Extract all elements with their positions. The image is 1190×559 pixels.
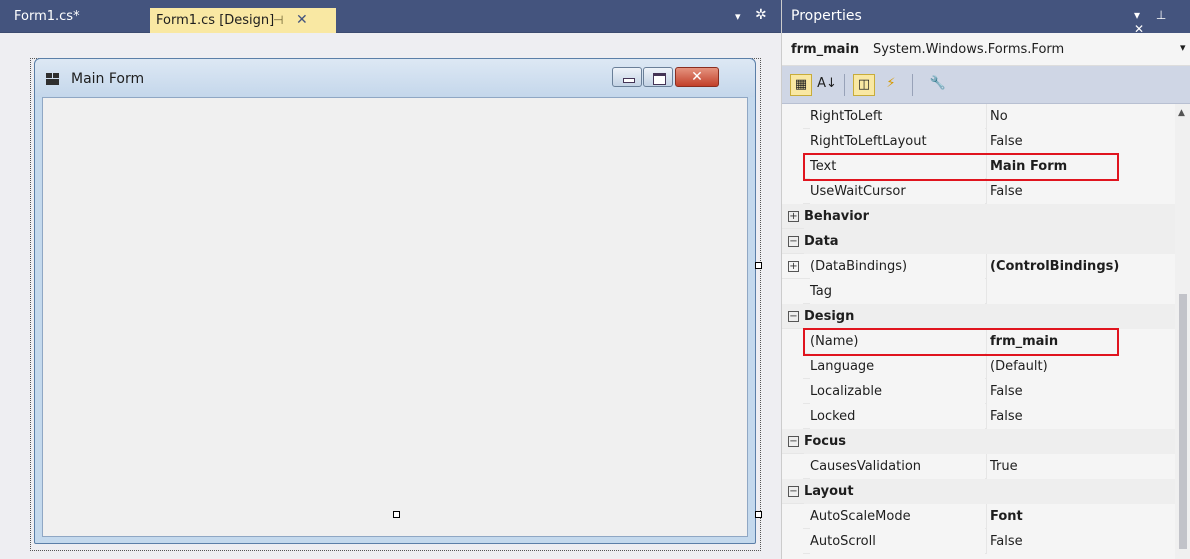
property-row[interactable]: CausesValidation True — [782, 454, 1175, 479]
property-row[interactable]: Tag — [782, 279, 1175, 304]
property-row[interactable]: Localizable False — [782, 379, 1175, 404]
events-icon[interactable]: ⚡ — [880, 74, 902, 96]
property-row[interactable]: + (DataBindings) (ControlBindings) — [782, 254, 1175, 279]
highlight-text-row — [803, 153, 1119, 181]
property-row[interactable]: AutoScroll False — [782, 529, 1175, 554]
property-row[interactable]: RightToLeftLayout False — [782, 129, 1175, 154]
category-name: Data — [804, 229, 1175, 254]
property-value[interactable]: False — [986, 129, 1175, 154]
property-name: Tag — [810, 279, 985, 304]
property-name: (DataBindings) — [810, 254, 985, 279]
close-icon: ✕ — [691, 69, 703, 85]
property-value[interactable]: No — [986, 104, 1175, 129]
property-grid: RightToLeft No RightToLeftLayout False T… — [782, 104, 1175, 559]
form-preview[interactable]: Main Form ✕ — [34, 58, 756, 544]
property-value[interactable]: False — [986, 379, 1175, 404]
properties-toolbar: ▦ A↓ ◫ ⚡ 🔧 — [782, 66, 1190, 104]
pin-icon[interactable]: ⊣ — [273, 8, 283, 33]
close-icon[interactable]: ✕ — [296, 8, 308, 33]
form-title: Main Form — [71, 71, 145, 87]
property-row[interactable]: Language (Default) — [782, 354, 1175, 379]
expand-icon[interactable]: + — [788, 261, 799, 272]
property-name: Language — [810, 354, 985, 379]
tab-label: Form1.cs* — [14, 9, 80, 24]
category-row[interactable]: − Design — [782, 304, 1175, 329]
property-name: RightToLeftLayout — [810, 129, 985, 154]
object-type: System.Windows.Forms.Form — [873, 42, 1065, 57]
form-icon — [46, 73, 60, 85]
property-name: UseWaitCursor — [810, 179, 985, 204]
document-tab-strip: Form1.cs* Form1.cs [Design] ⊣ ✕ ▾ ✲ — [0, 0, 781, 33]
categorized-icon[interactable]: ▦ — [790, 74, 812, 96]
form-title-bar[interactable]: Main Form ✕ — [35, 59, 755, 97]
tab-form1-cs[interactable]: Form1.cs* — [6, 6, 143, 31]
form-client-area[interactable] — [42, 97, 748, 537]
property-value[interactable]: True — [986, 454, 1175, 479]
resize-handle-bottom[interactable] — [393, 511, 400, 518]
toolbar-divider — [844, 74, 845, 96]
collapse-icon[interactable]: − — [788, 236, 799, 247]
alphabetical-icon[interactable]: A↓ — [816, 74, 838, 96]
property-value[interactable] — [986, 279, 1175, 304]
vertical-scrollbar[interactable]: ▲ — [1175, 104, 1190, 559]
property-row[interactable]: Locked False — [782, 404, 1175, 429]
wrench-icon[interactable]: 🔧 — [927, 74, 949, 96]
property-name: AutoScaleMode — [810, 504, 985, 529]
property-value[interactable]: False — [986, 404, 1175, 429]
object-name: frm_main — [791, 42, 860, 57]
property-name: CausesValidation — [810, 454, 985, 479]
property-row[interactable]: UseWaitCursor False — [782, 179, 1175, 204]
panel-window-icons[interactable]: ▾ ⊥ ✕ — [1134, 8, 1190, 36]
category-name: Focus — [804, 429, 1175, 454]
toolbar-divider — [912, 74, 913, 96]
highlight-name-row — [803, 328, 1119, 356]
close-button[interactable]: ✕ — [675, 67, 719, 87]
tab-form1-design[interactable]: Form1.cs [Design] ⊣ ✕ — [150, 8, 336, 33]
collapse-icon[interactable]: − — [788, 486, 799, 497]
property-row[interactable]: AutoScaleMode Font — [782, 504, 1175, 529]
designer-editor: Form1.cs* Form1.cs [Design] ⊣ ✕ ▾ ✲ Main… — [0, 0, 781, 559]
property-name: RightToLeft — [810, 104, 985, 129]
tab-label: Form1.cs [Design] — [156, 13, 275, 28]
chevron-down-icon[interactable]: ▾ — [735, 10, 741, 23]
gear-icon[interactable]: ✲ — [755, 7, 767, 23]
maximize-button[interactable] — [643, 67, 673, 87]
category-name: Behavior — [804, 204, 1175, 229]
collapse-icon[interactable]: − — [788, 311, 799, 322]
resize-handle-right[interactable] — [755, 262, 762, 269]
properties-panel: Properties ▾ ⊥ ✕ frm_main System.Windows… — [781, 0, 1190, 559]
property-row[interactable]: RightToLeft No — [782, 104, 1175, 129]
scroll-up-icon[interactable]: ▲ — [1178, 108, 1185, 118]
category-row[interactable]: + Behavior — [782, 204, 1175, 229]
properties-header: Properties ▾ ⊥ ✕ — [782, 0, 1190, 36]
category-row[interactable]: − Layout — [782, 479, 1175, 504]
category-name: Layout — [804, 479, 1175, 504]
expand-icon[interactable]: + — [788, 211, 799, 222]
collapse-icon[interactable]: − — [788, 436, 799, 447]
category-row[interactable]: − Data — [782, 229, 1175, 254]
property-value[interactable]: Font — [986, 504, 1175, 529]
property-value[interactable]: False — [986, 179, 1175, 204]
property-value[interactable]: (Default) — [986, 354, 1175, 379]
category-name: Design — [804, 304, 1175, 329]
category-row[interactable]: − Focus — [782, 429, 1175, 454]
property-name: Localizable — [810, 379, 985, 404]
object-selector[interactable]: frm_main System.Windows.Forms.Form ▾ — [782, 33, 1190, 66]
panel-title: Properties — [791, 8, 862, 24]
property-name: Locked — [810, 404, 985, 429]
minimize-button[interactable] — [612, 67, 642, 87]
property-value[interactable]: (ControlBindings) — [986, 254, 1175, 279]
chevron-down-icon[interactable]: ▾ — [1180, 41, 1186, 54]
property-name: AutoScroll — [810, 529, 985, 554]
resize-handle-corner[interactable] — [755, 511, 762, 518]
scrollbar-thumb[interactable] — [1179, 294, 1187, 549]
property-value[interactable]: False — [986, 529, 1175, 554]
properties-icon[interactable]: ◫ — [853, 74, 875, 96]
